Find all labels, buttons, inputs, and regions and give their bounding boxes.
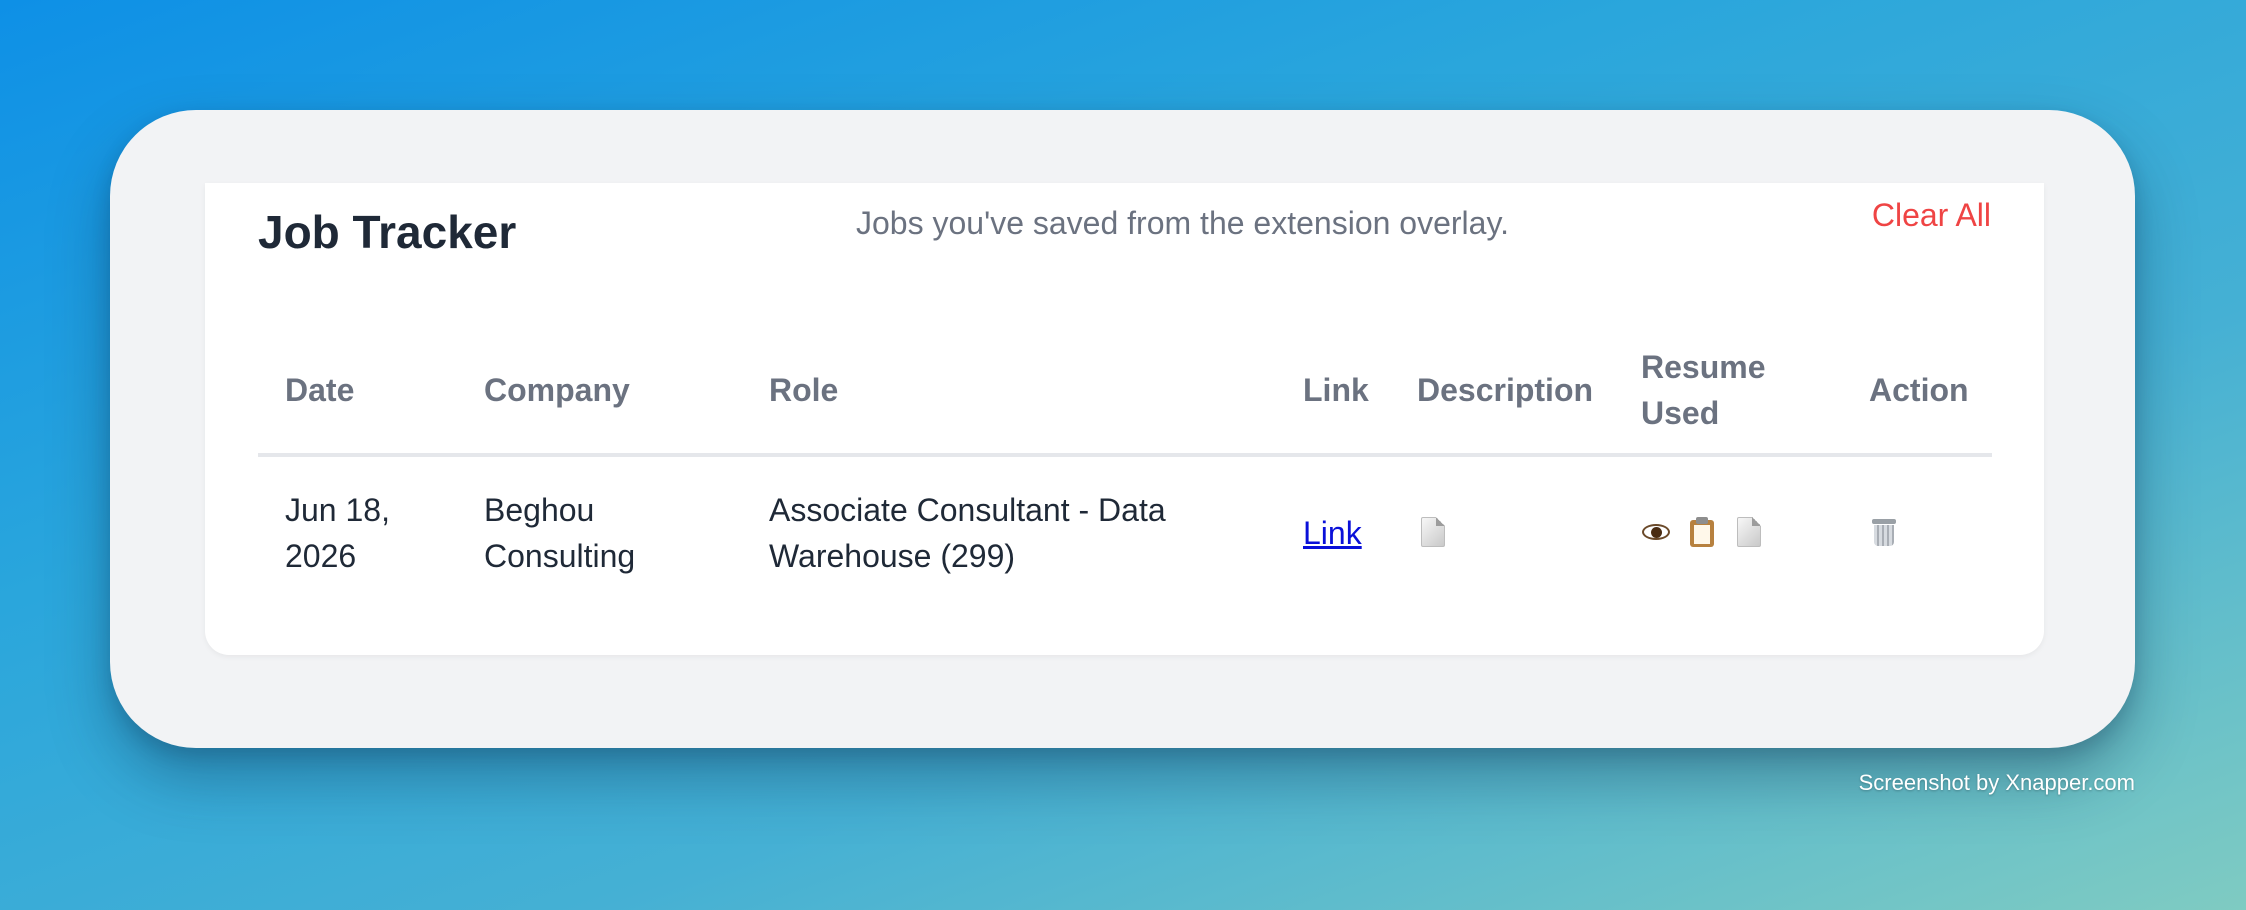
eye-icon[interactable] — [1641, 517, 1671, 547]
column-header-date: Date — [285, 372, 355, 408]
cell-company-line2: Consulting — [484, 538, 636, 574]
cell-action — [1869, 517, 1899, 547]
page-title: Job Tracker — [258, 206, 517, 258]
job-tracker-card: Job Tracker Jobs you've saved from the e… — [205, 183, 2044, 655]
cell-date: Jun 18, 2026 — [285, 487, 390, 579]
clipboard-icon[interactable] — [1687, 517, 1717, 547]
cell-company-line1: Beghou — [484, 492, 595, 528]
document-icon[interactable] — [1737, 517, 1761, 547]
cell-role-line2: Warehouse (299) — [769, 538, 1016, 574]
cell-description — [1417, 517, 1445, 547]
cell-company: Beghou Consulting — [484, 487, 635, 579]
cell-date-line1: Jun 18, — [285, 492, 390, 528]
column-header-resume-used-line2: Used — [1641, 395, 1720, 431]
trash-icon[interactable] — [1869, 517, 1899, 547]
cell-role-line1: Associate Consultant - Data — [769, 492, 1166, 528]
clear-all-button[interactable]: Clear All — [1872, 197, 1991, 234]
column-header-company: Company — [484, 372, 630, 408]
cell-date-line2: 2026 — [285, 538, 357, 574]
column-header-action: Action — [1869, 372, 1969, 408]
cell-resume-used — [1641, 517, 1761, 547]
column-header-link: Link — [1303, 372, 1369, 408]
cell-role: Associate Consultant - Data Warehouse (2… — [769, 487, 1166, 579]
screenshot-frame: Job Tracker Jobs you've saved from the e… — [110, 110, 2135, 748]
table-header: Date Company Role Link Description Resum… — [258, 328, 1992, 457]
table-row: Jun 18, 2026 Beghou Consulting Associate… — [258, 457, 1992, 607]
column-header-resume-used: Resume Used — [1641, 344, 1766, 436]
page-subtitle: Jobs you've saved from the extension ove… — [856, 205, 1509, 241]
job-link[interactable]: Link — [1303, 510, 1362, 556]
column-header-resume-used-line1: Resume — [1641, 349, 1766, 385]
screenshot-credit: Screenshot by Xnapper.com — [1858, 770, 2135, 795]
column-header-role: Role — [769, 372, 839, 408]
document-icon[interactable] — [1421, 517, 1445, 547]
jobs-table: Date Company Role Link Description Resum… — [258, 328, 1992, 607]
column-header-description: Description — [1417, 372, 1594, 408]
